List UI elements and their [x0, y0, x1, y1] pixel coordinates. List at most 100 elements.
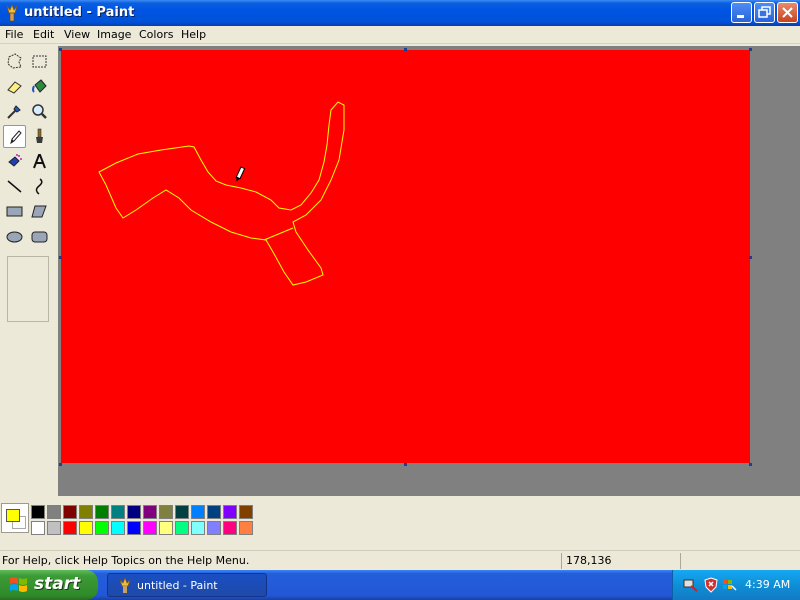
polygon-tool[interactable] — [28, 200, 51, 223]
palette-swatch[interactable] — [191, 505, 205, 519]
fill-tool[interactable] — [28, 75, 51, 98]
yellow-stroke-drawing — [98, 101, 345, 286]
menu-image[interactable]: Image — [97, 28, 131, 41]
curve-tool[interactable] — [28, 175, 51, 198]
restore-button[interactable] — [754, 2, 775, 23]
fill-icon — [32, 79, 47, 93]
palette-swatch[interactable] — [127, 505, 141, 519]
pencil-tool[interactable] — [3, 125, 26, 148]
paint-app-icon[interactable] — [4, 3, 20, 22]
magnifier-icon — [32, 104, 47, 119]
line-tool[interactable] — [3, 175, 26, 198]
canvas-handle — [59, 463, 62, 466]
palette-swatch[interactable] — [223, 521, 237, 535]
minimize-icon — [737, 15, 744, 18]
rectangle-icon — [6, 206, 23, 217]
canvas-handle — [404, 48, 407, 51]
rect-select-tool[interactable] — [28, 50, 51, 73]
magnifier-tool[interactable] — [28, 100, 51, 123]
airbrush-icon — [8, 154, 22, 167]
foreground-color-swatch — [6, 509, 20, 522]
system-tray: 4:39 AM — [672, 570, 800, 600]
status-help-text: For Help, click Help Topics on the Help … — [2, 554, 250, 567]
restore-icon — [758, 6, 771, 18]
palette-swatch[interactable] — [63, 521, 77, 535]
palette-swatch[interactable] — [63, 505, 77, 519]
drawing-canvas[interactable] — [61, 50, 750, 463]
text-icon — [33, 154, 46, 169]
paint-app-icon — [119, 578, 131, 593]
palette-swatch[interactable] — [239, 505, 253, 519]
tool-box — [0, 46, 56, 496]
rect-select-icon — [32, 55, 47, 68]
text-tool[interactable] — [28, 150, 51, 173]
close-button[interactable] — [777, 2, 798, 23]
menu-colors[interactable]: Colors — [139, 28, 173, 41]
minimize-button[interactable] — [731, 2, 752, 23]
palette-swatch[interactable] — [143, 521, 157, 535]
updates-icon[interactable] — [721, 577, 737, 593]
color-picker-tool[interactable] — [3, 100, 26, 123]
palette-swatch[interactable] — [191, 521, 205, 535]
palette-swatch[interactable] — [31, 521, 45, 535]
palette-swatch[interactable] — [175, 505, 189, 519]
palette-swatch[interactable] — [47, 505, 61, 519]
palette-swatch[interactable] — [175, 521, 189, 535]
menu-help[interactable]: Help — [181, 28, 206, 41]
brush-icon — [36, 128, 43, 143]
palette-swatch[interactable] — [79, 505, 93, 519]
taskbar-paint-button[interactable]: untitled - Paint — [107, 573, 267, 597]
canvas-handle — [59, 256, 62, 259]
free-form-select-tool[interactable] — [3, 50, 26, 73]
canvas-workspace[interactable] — [58, 46, 800, 496]
rectangle-tool[interactable] — [3, 200, 26, 223]
canvas-resize-handle[interactable] — [749, 463, 752, 466]
menu-edit[interactable]: Edit — [33, 28, 54, 41]
airbrush-tool[interactable] — [3, 150, 26, 173]
palette-swatch[interactable] — [31, 505, 45, 519]
polygon-icon — [31, 205, 47, 218]
taskbar-paint-label: untitled - Paint — [137, 579, 218, 592]
eraser-tool[interactable] — [3, 75, 26, 98]
start-label: start — [34, 574, 81, 594]
palette-swatch[interactable] — [159, 521, 173, 535]
current-colors-indicator — [1, 503, 29, 533]
status-bar: For Help, click Help Topics on the Help … — [0, 550, 800, 570]
palette-swatch[interactable] — [95, 505, 109, 519]
color-picker-icon — [7, 105, 21, 119]
network-icon[interactable] — [683, 577, 699, 593]
taskbar: start untitled - Paint 4:39 AM — [0, 570, 800, 600]
palette-swatch[interactable] — [143, 505, 157, 519]
rounded-rectangle-tool[interactable] — [28, 225, 51, 248]
canvas-resize-handle[interactable] — [749, 256, 752, 259]
title-bar[interactable]: untitled - Paint — [0, 0, 800, 26]
canvas-resize-handle[interactable] — [404, 463, 407, 466]
tool-options-panel[interactable] — [7, 256, 49, 322]
brush-tool[interactable] — [28, 125, 51, 148]
ellipse-tool[interactable] — [3, 225, 26, 248]
palette-swatch[interactable] — [111, 521, 125, 535]
palette-swatch[interactable] — [207, 505, 221, 519]
palette-swatch[interactable] — [207, 521, 221, 535]
menu-file[interactable]: File — [5, 28, 23, 41]
curve-icon — [35, 178, 43, 195]
taskbar-clock[interactable]: 4:39 AM — [745, 578, 790, 591]
start-button[interactable]: start — [0, 570, 98, 600]
palette-swatch[interactable] — [127, 521, 141, 535]
rounded-rectangle-icon — [31, 231, 48, 243]
security-shield-icon[interactable] — [703, 577, 719, 593]
palette-swatch[interactable] — [95, 521, 109, 535]
cursor-coordinates: 178,136 — [566, 554, 612, 567]
canvas-handle — [749, 48, 752, 51]
palette-swatch[interactable] — [159, 505, 173, 519]
close-icon — [782, 7, 793, 18]
palette-swatch[interactable] — [223, 505, 237, 519]
menu-view[interactable]: View — [64, 28, 90, 41]
palette-swatch[interactable] — [47, 521, 61, 535]
status-divider — [561, 553, 562, 569]
palette-swatch[interactable] — [239, 521, 253, 535]
palette-swatch[interactable] — [79, 521, 93, 535]
color-box — [0, 496, 800, 546]
menu-bar: File Edit View Image Colors Help — [0, 26, 800, 44]
palette-swatch[interactable] — [111, 505, 125, 519]
